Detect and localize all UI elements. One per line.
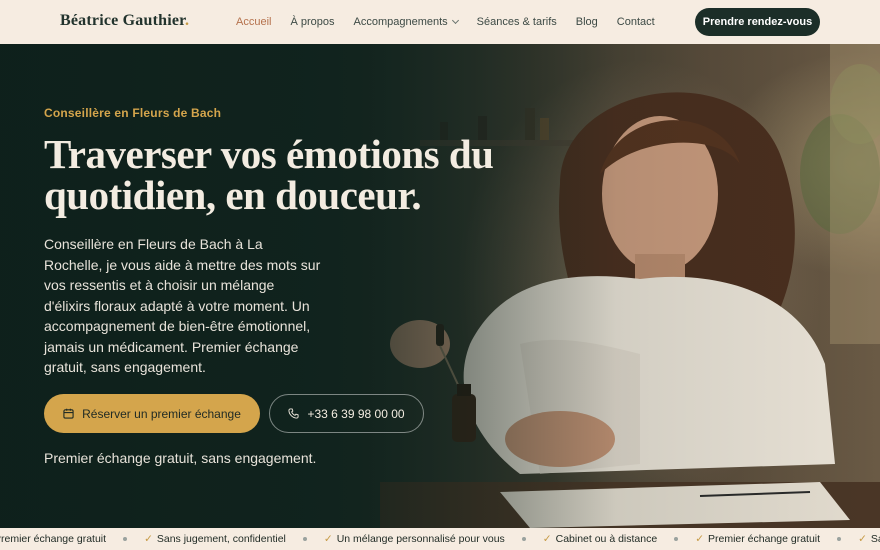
check-icon: ✓ [323, 533, 333, 545]
ticker-separator [674, 537, 679, 541]
ticker-item: ✓Sans [858, 533, 880, 545]
hero-eyebrow: Conseillère en Fleurs de Bach [44, 106, 222, 120]
chevron-down-icon [451, 16, 459, 25]
ticker-separator [302, 537, 307, 541]
ticker-item: Premier échange gratuit [0, 533, 107, 545]
nav-item-a-propos[interactable]: À propos [290, 16, 334, 28]
hero-section: Conseillère en Fleurs de Bach Traverser … [0, 44, 880, 528]
ticker-separator [123, 537, 128, 541]
nav-item-seances-tarifs[interactable]: Séances & tarifs [477, 16, 557, 28]
phone-button[interactable]: +33 6 39 98 00 00 [269, 394, 424, 433]
site-logo[interactable]: Béatrice Gauthier. [60, 12, 189, 30]
check-icon: ✓ [695, 533, 704, 545]
phone-icon [288, 408, 299, 419]
ticker-separator [521, 537, 526, 541]
ticker-separator [837, 537, 842, 541]
ticker-item: ✓ Sans jugement, confidentiel [144, 533, 286, 545]
reassurance-ticker: Premier échange gratuit ✓ Sans jugement, … [0, 528, 880, 550]
nav-item-contact[interactable]: Contact [617, 16, 655, 28]
nav-item-blog[interactable]: Blog [576, 16, 598, 28]
hero-lead-text: Conseillère en Fleurs de Bach à La Roche… [44, 236, 321, 375]
book-appointment-button[interactable]: Prendre rendez-vous [695, 8, 820, 36]
hero-note: Premier échange gratuit, sans engagement… [44, 450, 317, 466]
check-icon: ✓ [144, 533, 153, 545]
ticker-item: ✓ Un mélange personnalisé pour vous [323, 533, 505, 545]
book-first-call-button[interactable]: Réserver un premier échange [44, 394, 260, 433]
check-icon: ✓ [542, 533, 552, 545]
site-header: Béatrice Gauthier. Accueil À propos Acco… [0, 0, 880, 44]
check-icon: ✓ [858, 533, 867, 545]
hero-headline: Traverser vos émotions du quotidien, en … [44, 131, 494, 218]
ticker-item: ✓ Cabinet ou à distance [542, 533, 658, 545]
nav-item-accueil[interactable]: Accueil [236, 16, 271, 28]
main-nav: Accueil À propos Accompagnements Séances… [236, 0, 655, 44]
nav-item-accompagnements[interactable]: Accompagnements [354, 16, 459, 28]
ticker-item: ✓ Premier échange gratuit [695, 533, 821, 545]
calendar-icon [63, 408, 74, 419]
